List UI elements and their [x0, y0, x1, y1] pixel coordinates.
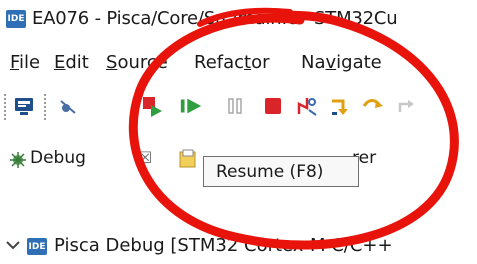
menu-source-rest: ource — [117, 52, 168, 73]
tooltip-text: Resume (F8) — [216, 161, 324, 182]
close-icon[interactable]: ☒ — [138, 148, 152, 167]
menu-navigate-pre: Na — [301, 52, 326, 73]
resume-tooltip: Resume (F8) — [203, 156, 359, 187]
console-icon[interactable] — [12, 94, 36, 118]
debug-view-icon — [8, 150, 28, 170]
terminate-relaunch-icon[interactable] — [140, 94, 164, 118]
suspend-icon[interactable] — [223, 94, 247, 118]
menu-refactor-pre: Refac — [194, 52, 245, 73]
menu-file[interactable]: File — [10, 52, 40, 73]
tab-debug-label: Debug — [30, 148, 86, 168]
menu-source[interactable]: Source — [106, 52, 168, 73]
menu-bar: File Edit Source Refactor Navigate — [0, 48, 477, 80]
chevron-down-icon[interactable] — [4, 236, 22, 254]
launch-config-label[interactable]: Pisca Debug [STM32 Cortex-M C/C++ — [54, 235, 393, 256]
resume-icon[interactable] — [179, 94, 203, 118]
menu-refactor[interactable]: Refactor — [194, 52, 270, 73]
window-title: EA076 - Pisca/Core/Src/main.c - STM32Cu — [32, 8, 398, 29]
menu-navigate[interactable]: Navigate — [301, 52, 382, 73]
ide-logo-icon: IDE — [6, 10, 26, 28]
menu-refactor-post: or — [251, 52, 270, 73]
terminate-icon[interactable] — [261, 94, 285, 118]
menu-edit[interactable]: Edit — [54, 52, 89, 73]
toolbar — [0, 88, 477, 128]
tab-debug[interactable]: Debug ☒ — [0, 138, 170, 182]
step-return-icon[interactable] — [395, 94, 419, 118]
menu-file-rest: ile — [19, 52, 41, 73]
disconnect-icon[interactable] — [295, 94, 319, 118]
step-over-icon[interactable] — [361, 94, 385, 118]
skip-breakpoints-icon[interactable] — [56, 94, 80, 118]
toolbar-separator — [44, 94, 48, 120]
title-bar: IDE EA076 - Pisca/Core/Src/main.c - STM3… — [0, 0, 477, 40]
explorer-view-icon[interactable] — [178, 148, 200, 170]
debug-tree-row[interactable]: IDE Pisca Debug [STM32 Cortex-M C/C++ — [0, 232, 477, 264]
menu-edit-rest: dit — [65, 52, 89, 73]
step-into-icon[interactable] — [329, 94, 353, 118]
ide-launch-icon: IDE — [27, 238, 47, 255]
menu-navigate-post: igate — [336, 52, 382, 73]
toolbar-grip[interactable] — [4, 94, 8, 120]
